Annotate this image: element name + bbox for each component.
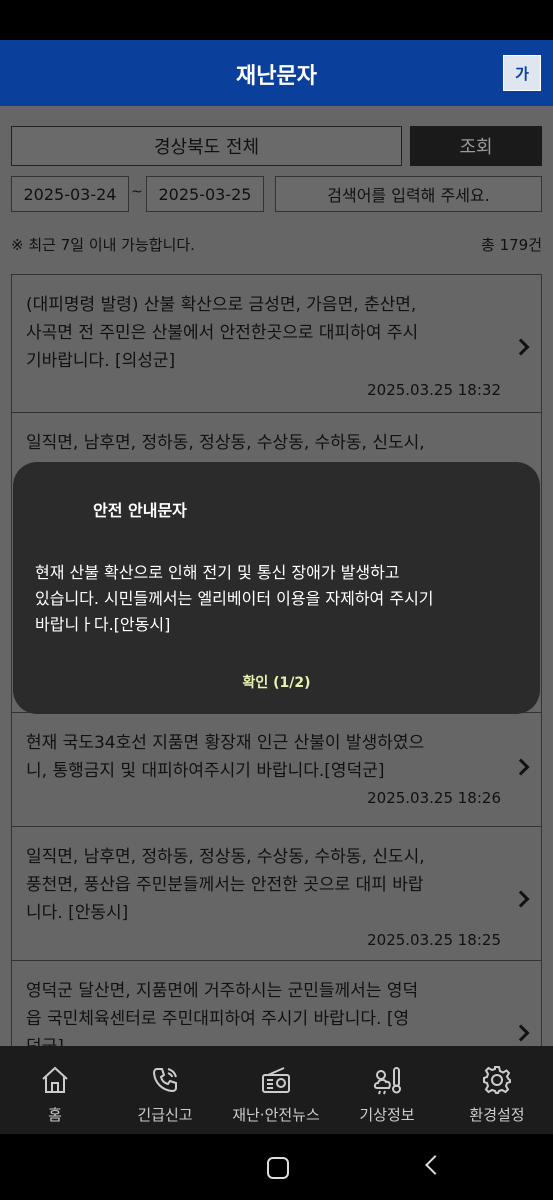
date-row: 2025-03-24 ~ 2025-03-25 검색어를 입력해 주세요. — [11, 176, 542, 212]
notice-row: ※ 최근 7일 이내 가능합니다. 총 179건 — [11, 234, 542, 254]
date-range-notice: ※ 최근 7일 이내 가능합니다. — [11, 236, 195, 254]
message-line: 현재 국도34호선 지품면 황장재 인근 산불이 발생하였으 — [26, 733, 425, 753]
safety-alert-dialog: 안전 안내문자 현재 산불 확산으로 인해 전기 및 통신 장애가 발생하고 있… — [13, 462, 540, 714]
search-row: 경상북도 전체 조회 — [11, 126, 542, 166]
message-line: 니, 통행금지 및 대피하여주시기 바랍니다.[영덕군] — [26, 761, 385, 781]
total-count: 총 179건 — [481, 236, 542, 254]
message-text: 현재 국도34호선 지품면 황장재 인근 산불이 발생하였으 니, 통행금지 및… — [26, 729, 498, 785]
nav-label: 홈 — [48, 1106, 62, 1124]
message-text: 일직면, 남후면, 정하동, 정상동, 수상동, 수하동, 신도시, 풍천면, … — [26, 843, 498, 927]
chevron-right-icon — [512, 758, 530, 776]
font-size-button[interactable]: 가 — [503, 55, 541, 91]
chevron-right-icon — [512, 890, 530, 908]
nav-label: 기상정보 — [359, 1106, 415, 1124]
date-to-field[interactable]: 2025-03-25 — [146, 176, 264, 212]
query-button[interactable]: 조회 — [410, 126, 542, 166]
radio-icon — [262, 1067, 290, 1093]
nav-label: 재난·안전뉴스 — [232, 1106, 320, 1124]
message-line: 풍천면, 풍산읍 주민분들께서는 안전한 곳으로 대피 바랍 — [26, 875, 424, 895]
message-item[interactable]: 일직면, 남후면, 정하동, 정상동, 수상동, 수하동, 신도시, 풍천면, … — [12, 827, 541, 961]
message-line: 사곡면 전 주민은 산불에서 안전한곳으로 대피하여 주시 — [26, 323, 419, 343]
nav-item-emergency-call[interactable]: 긴급신고 — [110, 1046, 220, 1134]
home-icon — [42, 1066, 68, 1093]
page-title: 재난문자 — [236, 64, 317, 89]
chevron-right-icon — [512, 1024, 530, 1042]
message-line: 영덕군 달산면, 지품면에 거주하시는 군민들께서는 영덕 — [26, 981, 419, 1001]
message-time: 2025.03.25 18:32 — [367, 381, 501, 399]
message-line: 일직면, 남후면, 정하동, 정상동, 수상동, 수하동, 신도시, — [26, 433, 425, 453]
message-time: 2025.03.25 18:25 — [367, 931, 501, 949]
message-line: (대피명령 발령) 산불 확산으로 금성면, 가음면, 춘산면, — [26, 295, 417, 315]
nav-item-news[interactable]: 재난·안전뉴스 — [221, 1046, 331, 1134]
message-time: 2025.03.25 18:26 — [367, 789, 501, 807]
dialog-line: 바랍니ㅏ다.[안동시] — [35, 615, 171, 634]
message-text: 일직면, 남후면, 정하동, 정상동, 수상동, 수하동, 신도시, — [26, 429, 498, 457]
chevron-right-icon — [512, 338, 530, 356]
message-item[interactable]: (대피명령 발령) 산불 확산으로 금성면, 가음면, 춘산면, 사곡면 전 주… — [12, 275, 541, 413]
message-text: 영덕군 달산면, 지품면에 거주하시는 군민들께서는 영덕 읍 국민체육센터로 … — [26, 977, 498, 1046]
nav-item-home[interactable]: 홈 — [0, 1046, 110, 1134]
message-line: 덕군] — [26, 1033, 498, 1046]
system-back-icon[interactable] — [425, 1155, 445, 1175]
message-item[interactable]: 현재 국도34호선 지품면 황장재 인근 산불이 발생하였으 니, 통행금지 및… — [12, 713, 541, 827]
system-home-icon[interactable] — [267, 1157, 289, 1179]
message-line: 읍 국민체육센터로 주민대피하여 주시기 바랍니다. [영 — [26, 1009, 410, 1029]
nav-label: 긴급신고 — [137, 1106, 193, 1124]
dialog-line: 현재 산불 확산으로 인해 전기 및 통신 장애가 발생하고 — [35, 563, 400, 582]
message-text: (대피명령 발령) 산불 확산으로 금성면, 가음면, 춘산면, 사곡면 전 주… — [26, 291, 498, 375]
dialog-ok-button[interactable]: 확인 (1/2) — [13, 672, 540, 692]
bottom-nav: 홈 긴급신고 재난·안전뉴스 기상정보 환경설정 — [0, 1046, 553, 1134]
nav-label: 환경설정 — [469, 1106, 525, 1124]
app-screen: 재난문자 가 경상북도 전체 조회 2025-03-24 ~ 2025-03-2… — [0, 0, 553, 1200]
date-separator: ~ — [131, 184, 143, 200]
date-from-field[interactable]: 2025-03-24 — [11, 176, 129, 212]
dialog-line: 있습니다. 시민들께서는 엘리베이터 이용을 자제하여 주시기 — [35, 589, 434, 608]
nav-item-weather[interactable]: 기상정보 — [332, 1046, 442, 1134]
region-select[interactable]: 경상북도 전체 — [11, 126, 402, 166]
nav-item-settings[interactable]: 환경설정 — [442, 1046, 552, 1134]
message-item[interactable]: 영덕군 달산면, 지품면에 거주하시는 군민들께서는 영덕 읍 국민체육센터로 … — [12, 961, 541, 1046]
keyword-input[interactable]: 검색어를 입력해 주세요. — [275, 176, 542, 212]
gear-icon — [483, 1066, 511, 1094]
message-line: 일직면, 남후면, 정하동, 정상동, 수상동, 수하동, 신도시, — [26, 847, 425, 867]
message-line: 니다. [안동시] — [26, 903, 129, 923]
phone-icon — [152, 1068, 177, 1093]
status-bar — [0, 0, 553, 40]
app-header: 재난문자 가 — [0, 40, 553, 106]
dialog-title: 안전 안내문자 — [93, 501, 187, 520]
dialog-body: 현재 산불 확산으로 인해 전기 및 통신 장애가 발생하고 있습니다. 시민들… — [35, 560, 525, 638]
message-line: 기바랍니다. [의성군] — [26, 351, 176, 371]
weather-icon — [373, 1067, 401, 1095]
system-nav-bar — [0, 1134, 553, 1200]
